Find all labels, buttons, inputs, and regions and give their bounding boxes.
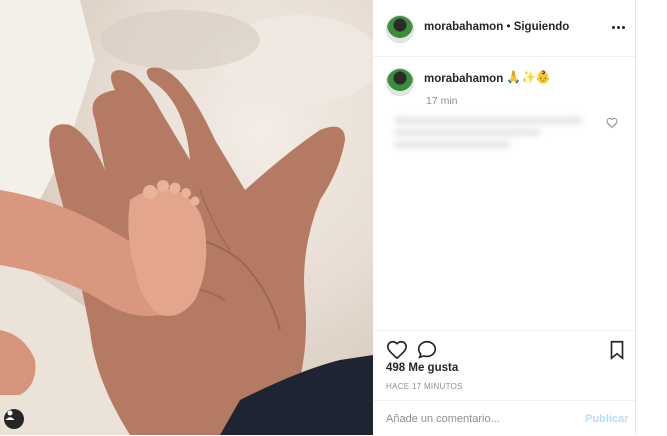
- more-options-icon[interactable]: [612, 24, 628, 30]
- caption-avatar[interactable]: [386, 68, 414, 96]
- post-photo[interactable]: [0, 0, 373, 435]
- post-dialog: morabahamon • Siguiendo morabahamon 🙏✨👶 …: [0, 0, 636, 435]
- publish-button[interactable]: Publicar: [585, 413, 628, 425]
- likes-count[interactable]: 498 Me gusta: [386, 362, 458, 374]
- header-username[interactable]: morabahamon: [424, 21, 503, 33]
- header-username-line: morabahamon • Siguiendo: [424, 21, 569, 33]
- action-bar: [374, 330, 635, 361]
- follow-status-button[interactable]: Siguiendo: [514, 21, 570, 33]
- heart-icon[interactable]: [386, 339, 408, 361]
- post-timestamp: HACE 17 MINUTOS: [386, 382, 463, 391]
- comment-bar: Publicar: [374, 400, 635, 436]
- post-side-panel: morabahamon • Siguiendo morabahamon 🙏✨👶 …: [374, 0, 635, 435]
- caption-username[interactable]: morabahamon: [424, 73, 503, 85]
- comment-like-icon[interactable]: [606, 117, 618, 129]
- blurred-comment: [394, 112, 604, 156]
- comment-input[interactable]: [386, 411, 566, 427]
- comment-icon[interactable]: [416, 339, 438, 361]
- bookmark-icon[interactable]: [606, 339, 628, 361]
- caption-emojis: 🙏✨👶: [506, 70, 551, 84]
- post-header: morabahamon • Siguiendo: [374, 0, 635, 57]
- avatar[interactable]: [386, 15, 414, 43]
- header-separator: •: [506, 21, 511, 33]
- user-tag-icon[interactable]: [4, 409, 24, 429]
- hands-photo-illustration: [0, 0, 373, 435]
- caption-time: 17 min: [426, 95, 458, 107]
